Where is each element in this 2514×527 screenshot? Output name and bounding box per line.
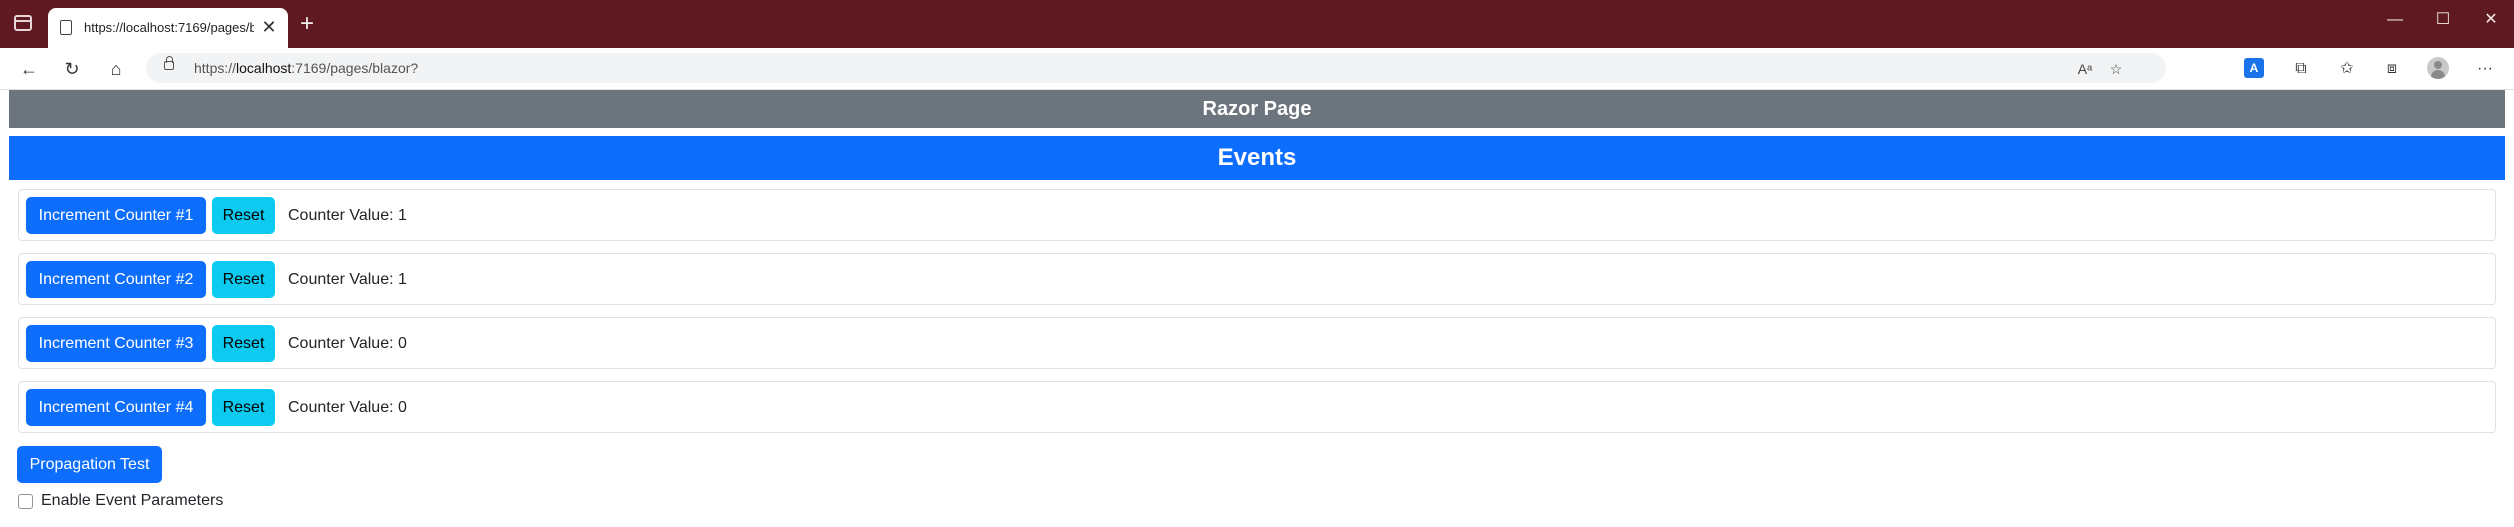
counter-2-value: Counter Value: 1 bbox=[288, 271, 407, 288]
event-parameters-label[interactable]: Enable Event Parameters bbox=[41, 491, 223, 511]
tab-title: https://localhost:7169/pages/blazor? bbox=[84, 20, 254, 35]
lock-icon[interactable] bbox=[164, 56, 174, 70]
browser-toolbar: ← ↻ ⌂ https://localhost:7169/pages/blazo… bbox=[0, 48, 2514, 90]
home-icon[interactable]: ⌂ bbox=[103, 56, 129, 82]
back-icon[interactable]: ← bbox=[16, 56, 42, 82]
reset-counter-2-button[interactable]: Reset bbox=[212, 261, 275, 298]
page-favicon-icon bbox=[60, 20, 72, 35]
more-options-icon[interactable]: ··· bbox=[2472, 56, 2498, 82]
favorites-icon[interactable]: ✩ bbox=[2334, 56, 2360, 82]
maximize-icon[interactable]: ☐ bbox=[2420, 0, 2466, 40]
url-host: localhost bbox=[236, 60, 292, 76]
read-aloud-icon[interactable]: Aᵃ bbox=[2074, 58, 2096, 80]
browser-tab[interactable]: https://localhost:7169/pages/blazor? ✕ bbox=[48, 8, 288, 48]
add-favorite-icon[interactable]: ☆ bbox=[2105, 58, 2127, 80]
extensions-icon[interactable]: ⧉ bbox=[2288, 56, 2314, 82]
close-window-icon[interactable]: ✕ bbox=[2468, 0, 2514, 40]
page-header: Razor Page bbox=[9, 90, 2505, 128]
section-title: Events bbox=[9, 136, 2505, 180]
counter-row: Increment Counter #4 Reset Counter Value… bbox=[18, 381, 2496, 433]
increment-counter-1-button[interactable]: Increment Counter #1 bbox=[26, 197, 206, 234]
url-text[interactable]: https://localhost:7169/pages/blazor? bbox=[194, 53, 418, 83]
reset-counter-4-button[interactable]: Reset bbox=[212, 389, 275, 426]
reset-counter-1-button[interactable]: Reset bbox=[212, 197, 275, 234]
url-scheme: https:// bbox=[194, 60, 237, 76]
page-viewport: Razor Page Events Increment Counter #1 R… bbox=[0, 90, 2514, 527]
translator-icon[interactable]: A bbox=[2244, 58, 2264, 78]
minimize-icon[interactable]: — bbox=[2372, 0, 2418, 40]
increment-counter-4-button[interactable]: Increment Counter #4 bbox=[26, 389, 206, 426]
counter-row: Increment Counter #2 Reset Counter Value… bbox=[18, 253, 2496, 305]
browser-title-bar: https://localhost:7169/pages/blazor? ✕ +… bbox=[0, 0, 2514, 48]
tab-close-icon[interactable]: ✕ bbox=[258, 16, 280, 38]
counter-3-value: Counter Value: 0 bbox=[288, 335, 407, 352]
address-bar[interactable]: https://localhost:7169/pages/blazor? Aᵃ … bbox=[146, 53, 2166, 83]
reset-counter-3-button[interactable]: Reset bbox=[212, 325, 275, 362]
counter-1-value: Counter Value: 1 bbox=[288, 207, 407, 224]
counter-row: Increment Counter #1 Reset Counter Value… bbox=[18, 189, 2496, 241]
new-tab-icon[interactable]: + bbox=[294, 12, 320, 38]
profile-avatar[interactable] bbox=[2427, 57, 2449, 79]
propagation-test-button[interactable]: Propagation Test bbox=[17, 446, 162, 483]
collections-icon[interactable]: ⧈ bbox=[2379, 56, 2405, 82]
increment-counter-3-button[interactable]: Increment Counter #3 bbox=[26, 325, 206, 362]
tab-actions-icon[interactable] bbox=[14, 15, 32, 31]
url-path: :7169/pages/blazor? bbox=[291, 60, 419, 76]
refresh-icon[interactable]: ↻ bbox=[59, 56, 85, 82]
event-parameters-checkbox[interactable] bbox=[18, 494, 33, 509]
counter-4-value: Counter Value: 0 bbox=[288, 399, 407, 416]
counter-row: Increment Counter #3 Reset Counter Value… bbox=[18, 317, 2496, 369]
increment-counter-2-button[interactable]: Increment Counter #2 bbox=[26, 261, 206, 298]
